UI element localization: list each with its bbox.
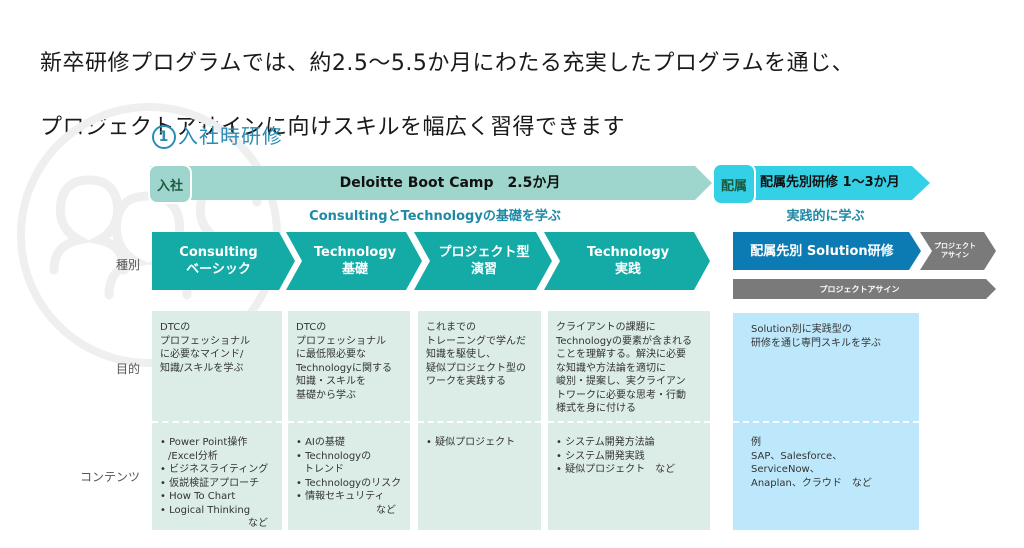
column-cell-3: これまでの トレーニングで学んだ 知識を駆使し、 疑似プロジェクト型の ワークを実践する… xyxy=(418,311,541,530)
chevron-subtitle-1: ベーシック xyxy=(186,262,251,277)
chevron-subtitle-3: 演習 xyxy=(470,262,497,277)
chevron-title-4: Technology xyxy=(586,245,670,260)
contents-list-1: Power Point操作/Excel分析ビジネスライティング仮説検証アプローチ… xyxy=(152,426,282,541)
column-cell-4: クライアントの課題に Technologyの要素が含まれる ことを理解する。解決に必… xyxy=(548,311,710,530)
headline-line-1: 新卒研修プログラムでは、約2.5〜5.5か月にわたる充実したプログラムを通じ、 xyxy=(40,51,855,76)
contents-list-2: AIの基礎TechnologyのトレンドTechnologyのリスク情報セキュリ… xyxy=(288,426,410,527)
chevron-consulting-basic: Consulting ベーシック xyxy=(152,232,295,290)
chevron-title-2: Technology xyxy=(313,245,397,260)
row-label-content: コンテンツ xyxy=(79,470,140,484)
purpose-text-solution: Solution別に実践型の 研修を通じ専門スキルを学ぶ xyxy=(751,324,881,349)
chevron-project-exercise: プロジェクト型 演習 xyxy=(414,232,552,290)
chevron-solution-training: 配属先別 Solution研修 xyxy=(733,232,921,270)
contents-list-4: システム開発方法論システム開発実践疑似プロジェクト など xyxy=(548,426,683,487)
chevron-title-3: プロジェクト型 xyxy=(438,245,530,260)
chevron-technology-basic: Technology 基礎 xyxy=(286,232,422,290)
start-badge: 入社 xyxy=(148,164,192,204)
purpose-text-3: これまでの トレーニングで学んだ 知識を駆使し、 疑似プロジェクト型の ワークを実践する xyxy=(426,322,526,387)
section-title-label: 入社時研修 xyxy=(178,124,283,148)
column-cell-1: DTCのプロフェッショナルに必要なマインド/知識/スキルを学ぶ Power Po… xyxy=(152,311,282,530)
row-label-purpose: 目的 xyxy=(115,362,140,376)
column-cell-solution: Solution別に実践型の 研修を通じ専門スキルを学ぶ 例 SAP、Salesfo… xyxy=(733,313,919,530)
assignment-training-label: 配属先別研修 1〜3か月 xyxy=(760,175,900,190)
contents-list-3: 疑似プロジェクト xyxy=(418,426,523,460)
purpose-text-2: DTCの プロフェッショナル に最低限必要な Technologyに関する 知識・スキル… xyxy=(296,322,393,401)
project-assign-bar-label: プロジェクトアサイン xyxy=(819,284,900,294)
solution-training-label: 配属先別 Solution研修 xyxy=(750,243,894,259)
section-title: 1 入社時研修 xyxy=(152,120,283,149)
bootcamp-subheading: ConsultingとTechnologyの基礎を学ぶ xyxy=(309,209,561,224)
project-assign-line-2: アサイン xyxy=(941,251,969,259)
assignment-subheading: 実践的に学ぶ xyxy=(786,209,865,224)
chevron-subtitle-2: 基礎 xyxy=(341,262,368,277)
purpose-text-1: DTCの プロフェッショナル に必要なマインド/知識/スキルを学ぶ xyxy=(160,322,250,374)
assign-badge: 配属 xyxy=(712,163,756,205)
project-assign-bar: プロジェクトアサイン xyxy=(733,279,996,299)
contents-list-solution: 例 SAP、Salesforce、 ServiceNow、 Anaplan、クラウド … xyxy=(751,437,872,489)
chevron-project-assign: プロジェクト アサイン xyxy=(920,232,996,270)
column-cell-2: DTCの プロフェッショナル に最低限必要な Technologyに関する 知識・スキル… xyxy=(288,311,410,530)
chevron-subtitle-4: 実践 xyxy=(614,262,641,277)
row-label-type: 種別 xyxy=(115,258,140,272)
section-number: 1 xyxy=(152,125,176,149)
chevron-title-1: Consulting xyxy=(179,245,258,260)
bootcamp-label: Deloitte Boot Camp 2.5か月 xyxy=(339,175,561,191)
purpose-text-4: クライアントの課題に Technologyの要素が含まれる ことを理解する。解決に必… xyxy=(556,322,693,414)
project-assign-line-1: プロジェクト xyxy=(934,242,976,250)
chevron-technology-practice: Technology 実践 xyxy=(544,232,710,290)
